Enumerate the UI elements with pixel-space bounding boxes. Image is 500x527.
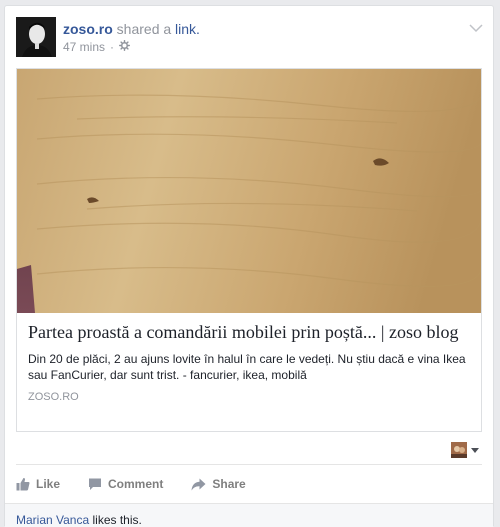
comment-button[interactable]: Comment xyxy=(88,472,163,496)
audience-selector[interactable] xyxy=(451,442,479,458)
story-verb: shared a xyxy=(116,21,172,37)
caret-down-icon xyxy=(471,447,479,453)
author-link[interactable]: zoso.ro xyxy=(63,21,113,37)
thumbs-up-icon xyxy=(16,477,30,491)
timestamp[interactable]: 47 mins xyxy=(63,40,105,54)
attachment-title[interactable]: Partea proastă a comandării mobilei prin… xyxy=(28,321,470,343)
attachment-domain: ZOSO.RO xyxy=(28,391,79,403)
like-label: Like xyxy=(36,477,61,491)
attachment-description: Din 20 de plăci, 2 au ajuns lovite în ha… xyxy=(28,352,466,382)
divider xyxy=(16,464,482,465)
attachment-image[interactable] xyxy=(17,69,481,313)
link-attachment[interactable]: Partea proastă a comandării mobilei prin… xyxy=(16,68,482,432)
liker-thumbnail xyxy=(451,442,467,458)
share-icon xyxy=(191,478,206,491)
comment-icon xyxy=(88,477,102,491)
meta-separator: · xyxy=(110,40,115,54)
chevron-down-icon[interactable] xyxy=(469,20,483,33)
story-meta: 47 mins · xyxy=(63,40,131,54)
share-label: Share xyxy=(212,477,246,491)
comment-label: Comment xyxy=(108,477,164,491)
likes-summary: Marian Vanca likes this. xyxy=(5,503,493,527)
share-button[interactable]: Share xyxy=(191,472,246,496)
gear-icon[interactable] xyxy=(119,40,131,54)
feed-story: zoso.ro shared a link. 47 mins · Partea … xyxy=(4,5,494,527)
object-link[interactable]: link. xyxy=(175,21,200,37)
avatar[interactable] xyxy=(16,17,56,57)
story-header: zoso.ro shared a link. xyxy=(63,21,200,37)
action-bar: Like Comment Share xyxy=(16,472,274,496)
likes-text: likes this. xyxy=(92,513,142,527)
liker-name-link[interactable]: Marian Vanca xyxy=(16,513,89,527)
like-button[interactable]: Like xyxy=(16,472,60,496)
